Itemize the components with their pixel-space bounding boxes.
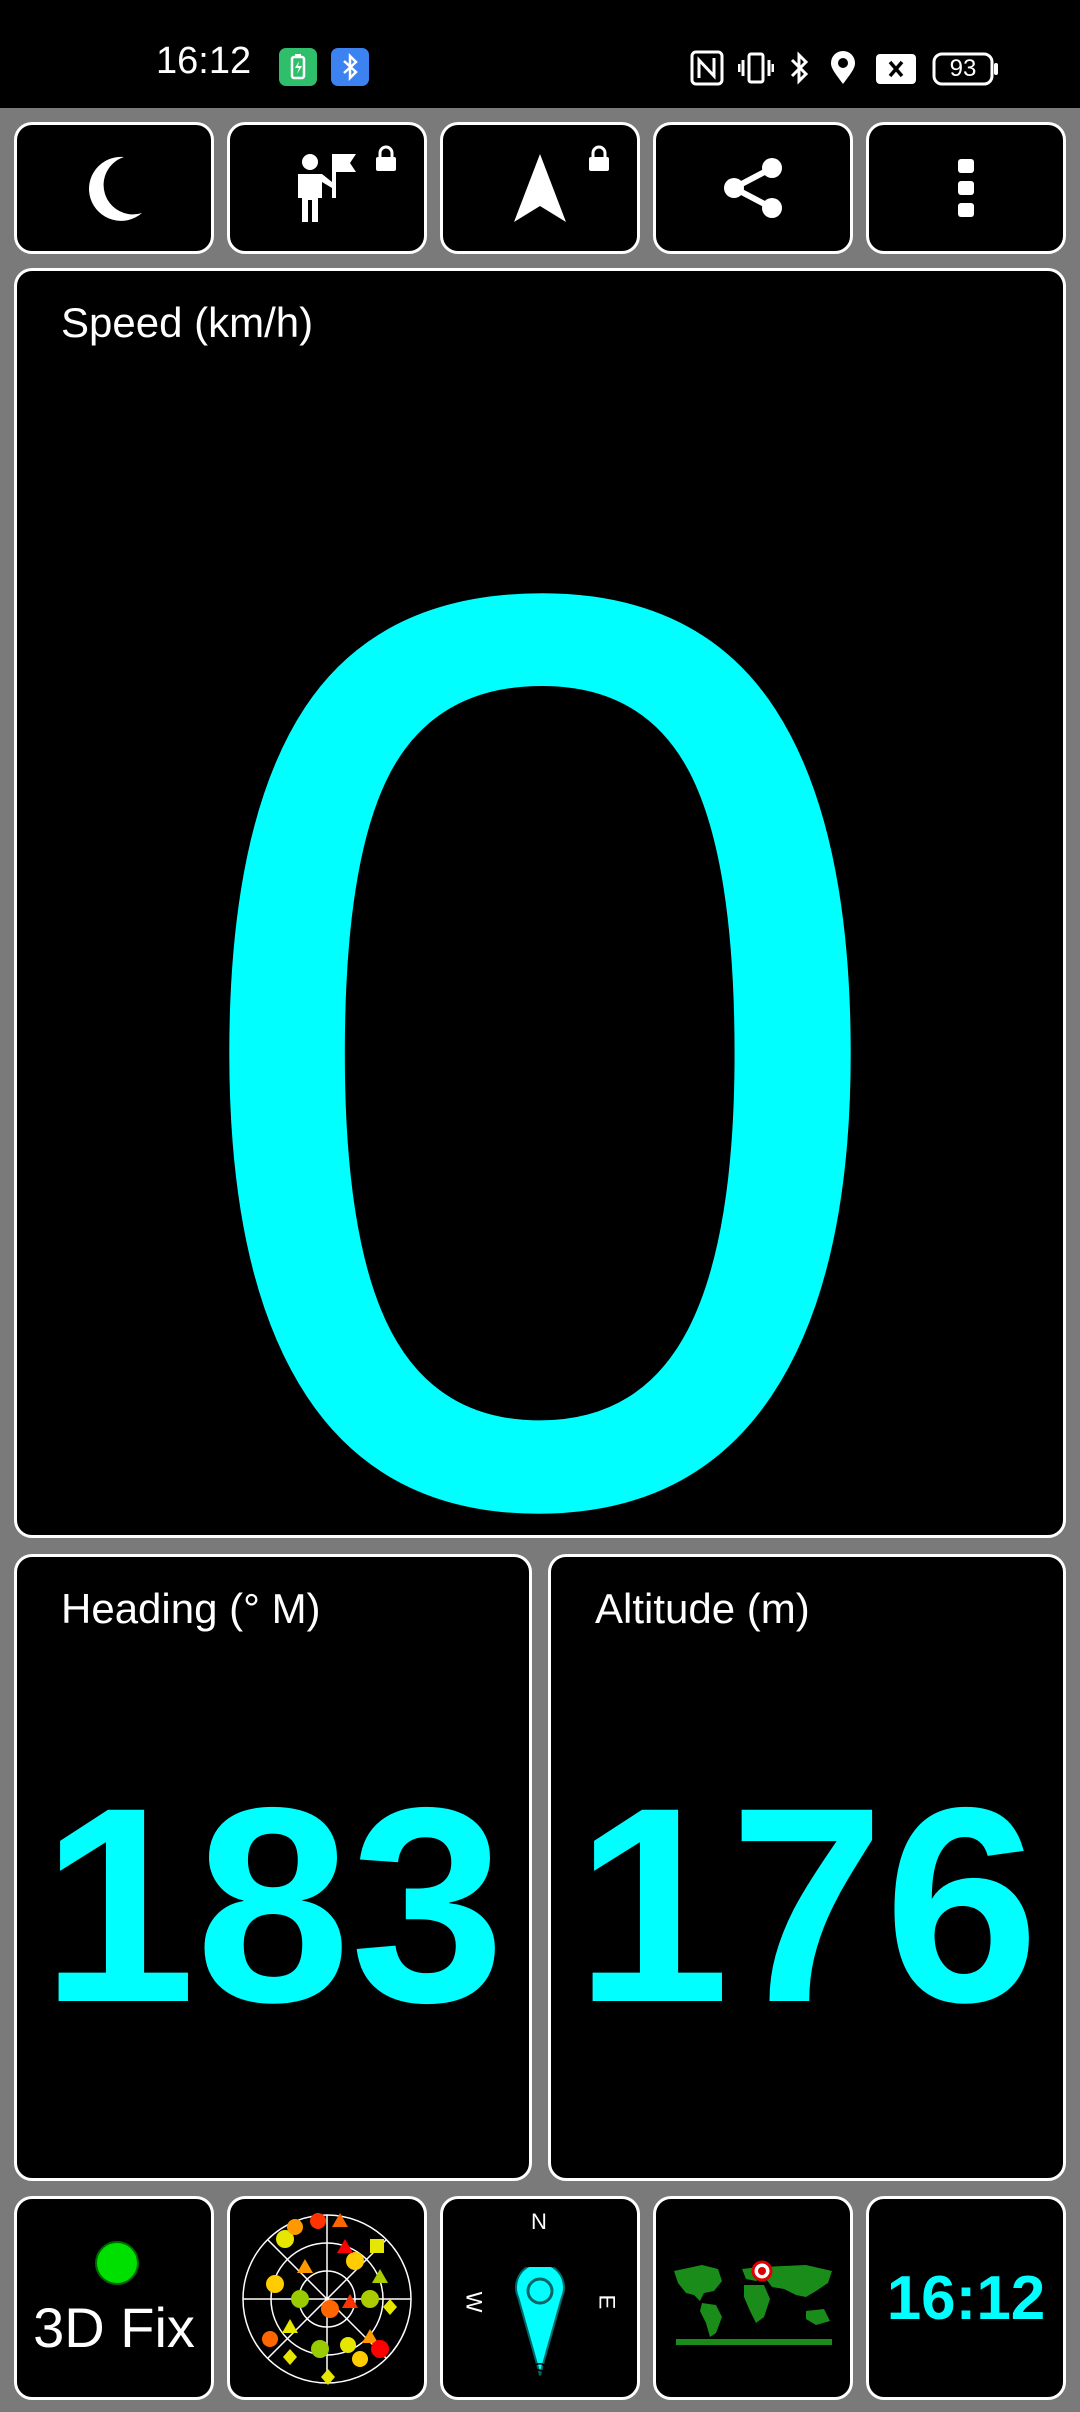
- overflow-menu-button[interactable]: [866, 122, 1066, 254]
- clock-value: 16:12: [886, 2264, 1046, 2333]
- satellite-sky-tile[interactable]: [227, 2196, 427, 2400]
- battery-icon: 93: [932, 52, 1000, 86]
- compass-east-label: E: [594, 2294, 620, 2310]
- altitude-value: 176: [575, 1749, 1039, 2060]
- navigation-arrow-icon: [514, 154, 566, 222]
- compass-west-label: W: [461, 2291, 487, 2313]
- altitude-label: Altitude (m): [595, 1585, 810, 1632]
- heading-card: Heading (° M) 183: [14, 1554, 532, 2181]
- clock-tile[interactable]: 16:12: [866, 2196, 1066, 2400]
- share-button[interactable]: [653, 122, 853, 254]
- altitude-card: Altitude (m) 176: [548, 1554, 1066, 2181]
- more-vert-icon: [958, 159, 974, 217]
- heading-value: 183: [41, 1749, 505, 2060]
- location-icon: [828, 50, 858, 91]
- fix-status-text: 3D Fix: [33, 2296, 195, 2359]
- speed-card: Speed (km/h) 0: [14, 268, 1066, 1701]
- heading-label: Heading (° M): [61, 1585, 321, 1632]
- compass-tile[interactable]: N E W S: [440, 2196, 640, 2400]
- speed-value: 0: [178, 325, 902, 1777]
- no-sim-icon: [876, 54, 916, 89]
- status-time: 16:12: [156, 40, 252, 82]
- compass-south-label: S: [533, 2358, 547, 2380]
- navigate-button[interactable]: [440, 122, 640, 254]
- battery-level: 93: [949, 55, 977, 82]
- bluetooth-icon: [786, 50, 814, 91]
- bluetooth-notification-icon: [331, 48, 369, 86]
- vibrate-icon: [737, 50, 775, 91]
- status-bar: 16:12 93: [0, 0, 1080, 108]
- moon-icon: [88, 156, 142, 221]
- battery-saver-icon: [279, 48, 317, 86]
- share-icon: [724, 158, 782, 218]
- world-map-tile[interactable]: [653, 2196, 853, 2400]
- night-mode-button[interactable]: [14, 122, 214, 254]
- satellite-skyplot-icon: [242, 2213, 412, 2385]
- gps-fix-tile[interactable]: 3D Fix: [14, 2196, 214, 2400]
- compass-north-label: N: [531, 2209, 547, 2234]
- nfc-icon: [690, 50, 724, 91]
- lock-icon: [376, 145, 396, 171]
- waypoint-button[interactable]: [227, 122, 427, 254]
- person-flag-icon: [298, 154, 356, 222]
- lock-icon: [589, 145, 609, 171]
- fix-status-dot: [95, 2241, 139, 2285]
- world-map-icon: [674, 2260, 832, 2345]
